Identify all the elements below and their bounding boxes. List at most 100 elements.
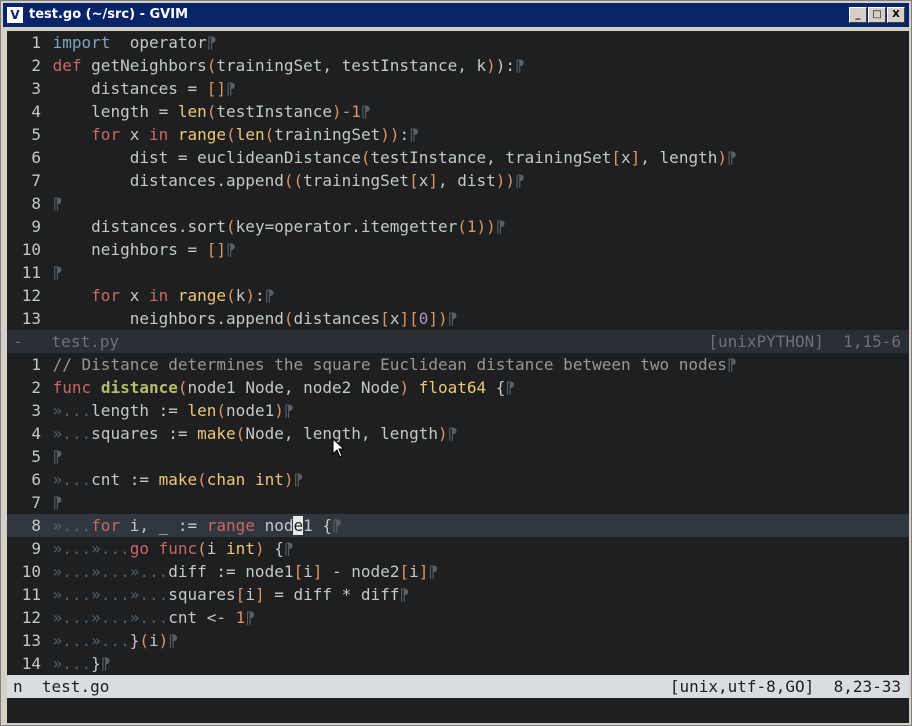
code-line[interactable]: 6 »...cnt := make(chan int)⁋ (7, 468, 909, 491)
editor-area[interactable]: 1 import operator⁋ 2 def getNeighbors(tra… (7, 31, 909, 703)
code-token: distances = (52, 79, 207, 98)
eol-marker: ⁋ (428, 562, 439, 581)
code-token: ( (264, 125, 275, 144)
bottom-split-pane[interactable]: 1 // Distance determines the square Eucl… (7, 353, 909, 675)
code-line[interactable]: 9 »...»...go func(i int) {⁋ (7, 537, 909, 560)
code-line[interactable]: 12 for x in range(k):⁋ (7, 284, 909, 307)
status-marker: n (13, 677, 23, 696)
line-number: 3 (31, 79, 41, 98)
code-token: ( (457, 217, 467, 236)
code-line[interactable]: 8 ⁋ (7, 192, 909, 215)
code-token: 1 { (303, 516, 333, 535)
code-token: make (158, 470, 198, 489)
eol-marker: ⁋ (226, 240, 236, 259)
maximize-button[interactable]: □ (868, 7, 886, 23)
command-line[interactable] (7, 703, 909, 723)
close-button[interactable]: X (887, 7, 905, 23)
code-token: neighbors = (52, 240, 207, 259)
code-line[interactable]: 10 neighbors = []⁋ (7, 238, 909, 261)
code-line[interactable]: 14 »...}⁋ (7, 652, 909, 675)
gvim-window: V test.go (~/src) - GVIM _ □ X 1 import … (0, 0, 912, 726)
code-token: diff := node1 (168, 562, 294, 581)
code-line[interactable]: 11 ⁋ (7, 261, 909, 284)
code-token: go (129, 539, 159, 558)
eol-marker: ⁋ (399, 585, 410, 604)
top-split-pane[interactable]: 1 import operator⁋ 2 def getNeighbors(tra… (7, 31, 909, 330)
code-line[interactable]: 7 distances.append((trainingSet[x], dist… (7, 169, 909, 192)
code-token: - node2 (322, 562, 400, 581)
code-line[interactable]: 3 distances = []⁋ (7, 77, 909, 100)
code-token: ) (158, 631, 169, 650)
code-line[interactable]: 2 func distance(node1 Node, node2 Node) … (7, 376, 909, 399)
status-filename: test.go (41, 677, 110, 696)
code-token: for (91, 125, 121, 144)
code-token: ( (226, 286, 236, 305)
code-token: [ (611, 148, 621, 167)
code-token: »...»...»... (52, 585, 169, 604)
code-token: ( (177, 378, 188, 397)
line-number: 9 (31, 539, 41, 558)
code-line[interactable]: 4 »...squares := make(Node, length, leng… (7, 422, 909, 445)
minimize-button[interactable]: _ (849, 7, 867, 23)
eol-marker: ⁋ (226, 79, 236, 98)
code-token: ) (399, 378, 410, 397)
code-token: range (206, 516, 255, 535)
code-token: »...»...»... (52, 562, 169, 581)
code-token: ) (717, 148, 727, 167)
code-token: } (129, 631, 140, 650)
code-line[interactable]: 11 »...»...»...squares[i] = diff * diff⁋ (7, 583, 909, 606)
line-number: 1 (31, 33, 41, 52)
line-number: 2 (31, 56, 41, 75)
code-line[interactable]: 5 ⁋ (7, 445, 909, 468)
code-line[interactable]: 3 »...length := len(node1)⁋ (7, 399, 909, 422)
top-status-line: - test.py [unixPYTHON] 1,15-6 (7, 330, 909, 353)
code-line[interactable]: 12 »...»...»...cnt <- 1⁋ (7, 606, 909, 629)
code-token: ] (630, 148, 641, 167)
code-token: ( (235, 424, 246, 443)
line-number: 10 (21, 562, 41, 581)
eol-marker: ⁋ (283, 539, 294, 558)
code-token: »... (52, 401, 92, 420)
code-line[interactable]: 7 ⁋ (7, 491, 909, 514)
code-line[interactable]: 2 def getNeighbors(trainingSet, testInst… (7, 54, 909, 77)
code-line[interactable]: 9 distances.sort(key=operator.itemgetter… (7, 215, 909, 238)
code-line[interactable]: 4 length = len(testInstance)-1⁋ (7, 100, 909, 123)
code-token: ( (360, 148, 371, 167)
code-line[interactable]: 1 // Distance determines the square Eucl… (7, 353, 909, 376)
code-token: operator (110, 33, 207, 52)
window-title: test.go (~/src) - GVIM (29, 7, 189, 22)
code-line[interactable]: 13 neighbors.append(distances[x][0])⁋ (7, 307, 909, 330)
code-token: testInstance, trainingSet (370, 148, 612, 167)
eol-marker: ⁋ (332, 516, 342, 535)
title-bar[interactable]: V test.go (~/src) - GVIM _ □ X (3, 3, 909, 27)
eol-marker: ⁋ (447, 309, 458, 328)
code-token: (( (283, 171, 304, 190)
code-token: ] (428, 171, 438, 190)
vim-icon[interactable]: V (7, 7, 23, 23)
code-token: float64 (409, 378, 487, 397)
code-token: ]) (428, 309, 448, 328)
code-token: chan int (206, 470, 284, 489)
code-token: getNeighbors (91, 56, 207, 75)
eol-marker: ⁋ (264, 286, 275, 305)
code-token: } (91, 654, 101, 673)
code-line[interactable]: 8 »...for i, _ := range node1 {⁋ (7, 514, 909, 537)
code-token: [ (399, 562, 410, 581)
eol-marker: ⁋ (52, 194, 63, 213)
code-token: i (148, 631, 159, 650)
code-token: 1 (466, 217, 477, 236)
code-line[interactable]: 10 »...»...»...diff := node1[i] - node2[… (7, 560, 909, 583)
code-line[interactable]: 5 for x in range(len(trainingSet)):⁋ (7, 123, 909, 146)
code-line[interactable]: 1 import operator⁋ (7, 31, 909, 54)
code-line[interactable]: 13 »...»...}(i)⁋ (7, 629, 909, 652)
eol-marker: ⁋ (293, 470, 304, 489)
line-number: 13 (21, 309, 41, 328)
code-token: ( (226, 217, 236, 236)
eol-marker: ⁋ (100, 654, 111, 673)
code-token: x (418, 171, 429, 190)
code-token: trainingSet (303, 171, 410, 190)
code-token: )) (495, 171, 516, 190)
eol-marker: ⁋ (726, 148, 737, 167)
code-line[interactable]: 6 dist = euclideanDistance(testInstance,… (7, 146, 909, 169)
